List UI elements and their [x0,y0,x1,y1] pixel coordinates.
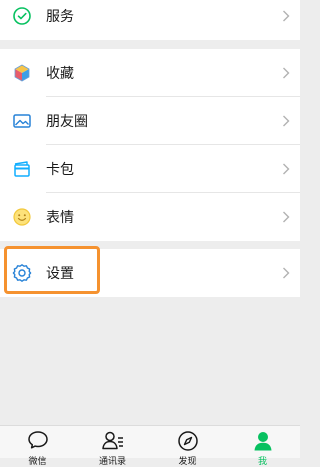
tab-label: 发现 [178,457,197,467]
tab-me[interactable]: 我 [225,426,300,467]
chevron-right-icon [283,67,290,79]
settings-gear-icon [12,264,32,282]
sticker-smile-icon [13,208,31,226]
service-check-icon [13,7,31,25]
chevron-right-icon [283,211,290,223]
contacts-icon [101,431,123,450]
moments-photo-icon [13,114,31,128]
chevron-right-icon [283,267,290,279]
menu-item-cards[interactable]: 卡包 [0,145,300,193]
menu-item-stickers[interactable]: 表情 [0,193,300,241]
favorites-cube-icon [14,64,30,82]
tab-label: 我 [257,457,267,467]
moments-label: 朋友圈 [46,114,88,130]
favorites-label: 收藏 [46,66,74,82]
service-label: 服务 [46,9,74,25]
cards-label: 卡包 [46,162,74,178]
tab-chats[interactable]: 微信 [0,426,75,467]
tab-label: 微信 [28,457,47,467]
chevron-right-icon [283,163,290,175]
card-wallet-icon [14,161,30,177]
menu-item-favorites[interactable]: 收藏 [0,49,300,97]
tab-label: 通讯录 [98,457,126,467]
chat-bubble-icon [27,431,48,449]
tab-discover[interactable]: 发现 [150,426,225,467]
menu-group-settings: 设置 [0,249,300,297]
bottom-tab-bar: 微信 通讯录 发现 我 [0,425,300,467]
stickers-label: 表情 [46,210,74,226]
menu-group-main: 收藏 朋友圈 卡包 表情 [0,49,300,241]
menu-group-service: 服务 [0,0,300,40]
menu-item-service[interactable]: 服务 [0,0,300,36]
chevron-right-icon [283,115,290,127]
settings-label: 设置 [46,266,74,282]
chevron-right-icon [283,10,290,22]
tab-contacts[interactable]: 通讯录 [75,426,150,467]
discover-compass-icon [177,431,198,451]
me-person-icon [254,432,271,451]
menu-item-moments[interactable]: 朋友圈 [0,97,300,145]
menu-item-settings[interactable]: 设置 [0,249,300,297]
